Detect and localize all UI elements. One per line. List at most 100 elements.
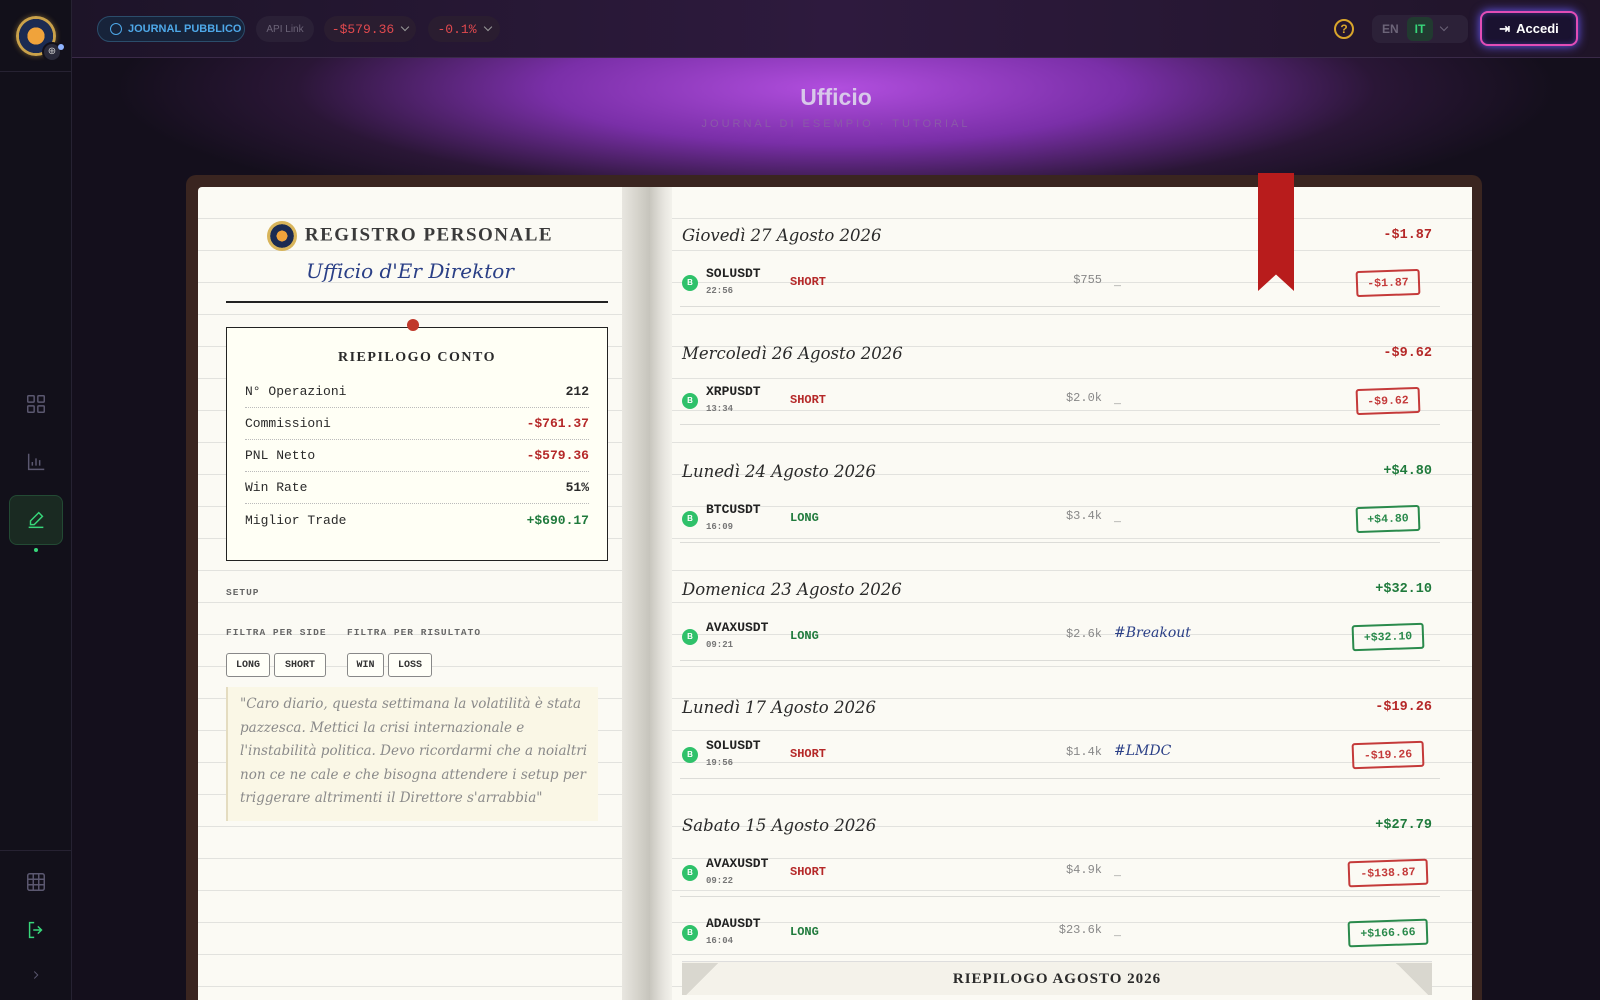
trade-size: $2.6k bbox=[1065, 627, 1102, 641]
day-date: Giovedì 27 Agosto 2026 bbox=[682, 225, 882, 245]
lang-it[interactable]: IT bbox=[1406, 17, 1434, 41]
book-gutter bbox=[650, 187, 672, 1000]
trade-symbol: XRPUSDT bbox=[706, 384, 761, 399]
status-dot bbox=[58, 44, 64, 50]
main-area: Ufficio JOURNAL DI ESEMPIO · TUTORIAL RE… bbox=[72, 58, 1600, 1000]
trade-side: SHORT bbox=[790, 865, 827, 879]
login-label: Accedi bbox=[1516, 21, 1559, 36]
login-button[interactable]: ⇥ Accedi bbox=[1480, 11, 1578, 46]
summary-label: Commissioni bbox=[245, 416, 331, 431]
setup-label: SETUP bbox=[226, 587, 260, 598]
chevron-right-icon[interactable] bbox=[16, 955, 56, 995]
exchange-badge-icon: B bbox=[682, 275, 698, 291]
filter-win-button[interactable]: WIN bbox=[347, 653, 384, 677]
day-header: Mercoledì 26 Agosto 2026 -$9.62 bbox=[682, 337, 1432, 369]
summary-row: Miglior Trade +$690.17 bbox=[245, 504, 589, 536]
help-icon[interactable]: ? bbox=[1334, 19, 1354, 39]
pnl-value: -$579.36 bbox=[331, 21, 395, 37]
trade-time: 09:22 bbox=[706, 876, 734, 886]
exchange-badge-icon: B bbox=[682, 629, 698, 645]
trade-tag: _ bbox=[1114, 921, 1121, 937]
next-page-corner[interactable] bbox=[1392, 963, 1432, 995]
trade-pnl-stamp: +$166.66 bbox=[1347, 918, 1429, 948]
book-gutter bbox=[622, 187, 650, 1000]
logout-icon[interactable] bbox=[16, 910, 56, 950]
day-header: Domenica 23 Agosto 2026 +$32.10 bbox=[682, 573, 1432, 605]
exchange-badge-icon: B bbox=[682, 747, 698, 763]
day-date: Lunedì 24 Agosto 2026 bbox=[682, 461, 876, 481]
journal-book: REGISTRO PERSONALE Ufficio d'Er Direktor… bbox=[186, 173, 1482, 1000]
day-date: Mercoledì 26 Agosto 2026 bbox=[682, 343, 903, 363]
pnl-dropdown[interactable]: -$579.36 bbox=[324, 16, 416, 42]
summary-value: +$690.17 bbox=[526, 512, 589, 528]
trade-row[interactable]: B XRPUSDT 13:34 SHORT $2.0k _ -$9.62 bbox=[680, 377, 1440, 425]
active-indicator bbox=[34, 548, 38, 552]
day-total: -$9.62 bbox=[1383, 345, 1432, 361]
trade-row[interactable]: B AVAXUSDT 09:21 LONG $2.6k #Breakout +$… bbox=[680, 613, 1440, 661]
summary-label: Win Rate bbox=[245, 480, 308, 495]
page-title: Ufficio bbox=[800, 84, 872, 110]
trade-time: 13:34 bbox=[706, 404, 734, 414]
register-logo-icon bbox=[266, 221, 297, 251]
filter-short-button[interactable]: SHORT bbox=[274, 653, 326, 677]
trade-symbol: AVAXUSDT bbox=[706, 620, 769, 635]
language-selector[interactable]: EN IT bbox=[1372, 15, 1468, 43]
day-total: -$19.26 bbox=[1375, 699, 1432, 715]
public-journal-badge[interactable]: JOURNAL PUBBLICO bbox=[97, 16, 245, 42]
trade-time: 16:04 bbox=[706, 936, 734, 946]
api-link-button[interactable]: API Link bbox=[256, 16, 314, 42]
summary-row: PNL Netto -$579.36 bbox=[245, 440, 589, 472]
summary-label: Miglior Trade bbox=[245, 512, 347, 528]
trade-row[interactable]: B BTCUSDT 16:09 LONG $3.4k _ +$4.80 bbox=[680, 495, 1440, 543]
trade-tag[interactable]: #LMDC bbox=[1114, 743, 1171, 759]
pen-icon[interactable] bbox=[9, 495, 63, 545]
trade-time: 19:56 bbox=[706, 758, 734, 768]
percent-dropdown[interactable]: -0.1% bbox=[428, 16, 500, 42]
day-total: +$32.10 bbox=[1375, 581, 1432, 597]
login-icon: ⇥ bbox=[1499, 20, 1511, 36]
public-journal-label: JOURNAL PUBBLICO bbox=[128, 23, 242, 35]
summary-label: N° Operazioni bbox=[245, 384, 347, 399]
trade-tag[interactable]: #Breakout bbox=[1114, 625, 1191, 641]
pin-icon bbox=[407, 319, 419, 331]
top-bar: JOURNAL PUBBLICO API Link -$579.36 -0.1%… bbox=[72, 0, 1600, 58]
prev-page-corner[interactable] bbox=[682, 963, 722, 995]
trade-pnl-stamp: -$19.26 bbox=[1351, 740, 1425, 770]
trade-row[interactable]: B AVAXUSDT 09:22 SHORT $4.9k _ -$138.87 bbox=[680, 849, 1440, 897]
trade-tag: _ bbox=[1114, 861, 1121, 877]
trade-row[interactable]: B SOLUSDT 19:56 SHORT $1.4k #LMDC -$19.2… bbox=[680, 731, 1440, 779]
trade-row[interactable]: B ADAUSDT 16:04 LONG $23.6k _ +$166.66 bbox=[680, 909, 1440, 957]
trade-time: 22:56 bbox=[706, 286, 734, 296]
filter-side-label: FILTRA PER SIDE bbox=[226, 627, 327, 638]
dashboard-icon[interactable] bbox=[16, 384, 56, 424]
lang-en[interactable]: EN bbox=[1382, 22, 1399, 36]
filter-result-label: FILTRA PER RISULTATO bbox=[347, 627, 482, 638]
chevron-down-icon bbox=[400, 22, 410, 32]
exchange-badge-icon: B bbox=[682, 865, 698, 881]
trade-row[interactable]: B SOLUSDT 22:56 SHORT $755 _ -$1.87 bbox=[680, 259, 1440, 307]
exchange-badge-icon: B bbox=[682, 925, 698, 941]
filter-long-button[interactable]: LONG bbox=[226, 653, 270, 677]
trade-pnl-stamp: -$9.62 bbox=[1355, 386, 1421, 416]
day-header: Lunedì 24 Agosto 2026 +$4.80 bbox=[682, 455, 1432, 487]
summary-value: -$579.36 bbox=[526, 448, 589, 463]
chart-icon[interactable] bbox=[16, 442, 56, 482]
filter-loss-button[interactable]: LOSS bbox=[388, 653, 432, 677]
summary-label: PNL Netto bbox=[245, 448, 316, 463]
grid-icon[interactable] bbox=[16, 862, 56, 902]
exchange-badge-icon: B bbox=[682, 393, 698, 409]
trade-pnl-stamp: +$32.10 bbox=[1351, 622, 1425, 652]
day-header: Giovedì 27 Agosto 2026 -$1.87 bbox=[682, 219, 1432, 251]
diary-note[interactable]: "Caro diario, questa settimana la volati… bbox=[226, 687, 598, 821]
right-page: Giovedì 27 Agosto 2026 -$1.87 B SOLUSDT … bbox=[672, 173, 1472, 1000]
trade-symbol: SOLUSDT bbox=[706, 738, 761, 753]
trade-size: $1.4k bbox=[1065, 745, 1102, 759]
trade-tag: _ bbox=[1114, 507, 1121, 523]
summary-value: -$761.37 bbox=[526, 416, 589, 431]
day-total: -$1.87 bbox=[1383, 227, 1432, 243]
account-summary-card: RIEPILOGO CONTO N° Operazioni 212 Commis… bbox=[226, 327, 608, 561]
month-summary-header: RIEPILOGO AGOSTO 2026 bbox=[682, 961, 1432, 995]
day-total: +$4.80 bbox=[1383, 463, 1432, 479]
trade-size: $2.0k bbox=[1065, 391, 1102, 405]
day-total: +$27.79 bbox=[1375, 817, 1432, 833]
